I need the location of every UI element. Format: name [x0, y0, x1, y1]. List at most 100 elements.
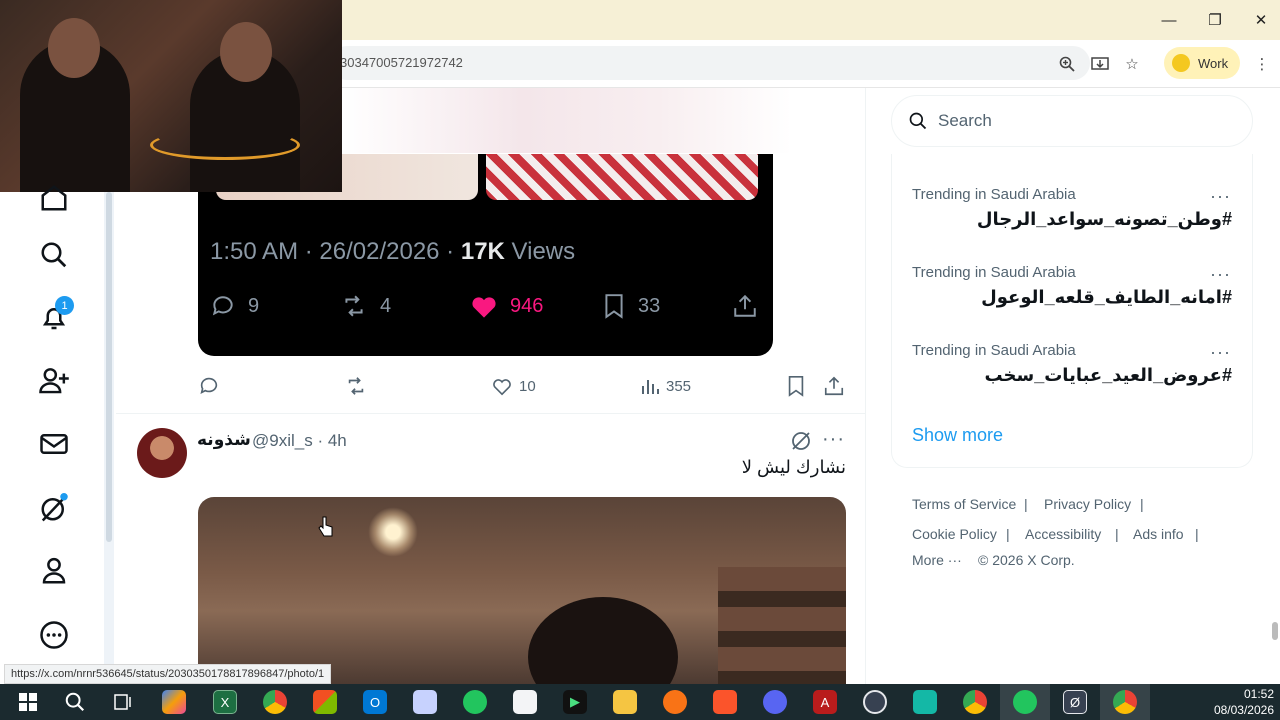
quoted-post-time: 1:50 AM [210, 238, 299, 265]
quoted-bookmark-count: 33 [638, 294, 661, 317]
task-view-icon[interactable] [112, 690, 136, 714]
accessibility-link[interactable]: Accessibility [1025, 526, 1101, 542]
system-clock[interactable]: 01:52 08/03/2026 [1200, 686, 1274, 718]
obs-icon[interactable] [863, 690, 887, 714]
app-dark-icon[interactable]: ▶ [563, 690, 587, 714]
trend-tag[interactable]: #عروض_العيد_عبايات_سخب [912, 365, 1232, 386]
copilot-icon[interactable] [162, 690, 186, 714]
grok-nav-icon[interactable] [36, 490, 72, 526]
post-text: نشارك ليش لا [741, 457, 846, 477]
paint-icon[interactable] [413, 690, 437, 714]
analytics-icon [642, 380, 659, 394]
grok-icon[interactable] [790, 430, 812, 457]
quoted-repost-button[interactable]: 4 [340, 290, 391, 322]
bookmark-button[interactable] [786, 374, 806, 398]
minimize-button[interactable]: — [1146, 0, 1192, 40]
start-icon[interactable] [16, 690, 40, 714]
share-button[interactable] [823, 374, 845, 398]
zoom-icon[interactable] [1055, 52, 1079, 76]
trend-more-icon[interactable]: ··· [1210, 342, 1231, 363]
reply-button[interactable] [198, 374, 220, 398]
footer-separator: | [1195, 526, 1199, 542]
clock-time: 01:52 [1243, 687, 1274, 701]
chrome-work-icon[interactable] [1113, 690, 1137, 714]
bookmark-icon [605, 294, 623, 319]
views-button[interactable]: 355 [640, 374, 691, 398]
page-scrollbar[interactable] [1270, 88, 1280, 684]
quoted-reply-button[interactable]: 9 [210, 290, 259, 322]
trend-more-icon[interactable]: ··· [1210, 186, 1231, 207]
terms-link[interactable]: Terms of Service [912, 496, 1016, 512]
profile-icon[interactable] [36, 553, 72, 589]
folder-icon[interactable] [613, 690, 637, 714]
hand-cursor-icon [318, 516, 334, 543]
post-photo[interactable] [198, 497, 846, 687]
search-box[interactable]: Search [891, 95, 1253, 147]
taskbar-search-icon[interactable] [63, 690, 87, 714]
quoted-photo-2[interactable] [486, 154, 758, 200]
trend-tag[interactable]: #امانه_الطايف_قلعه_الوعول [912, 287, 1232, 308]
search-placeholder[interactable]: Search [938, 111, 992, 131]
person-add-icon[interactable] [36, 363, 72, 399]
repost-button[interactable] [344, 374, 368, 398]
ads-info-link[interactable]: Ads info [1133, 526, 1184, 542]
search-icon[interactable] [36, 237, 72, 273]
trend-more-icon[interactable]: ··· [1210, 264, 1231, 285]
like-button[interactable]: 10 [491, 374, 536, 398]
address-text[interactable]: 3034700572197274​2 [340, 55, 463, 70]
quoted-share-button[interactable] [732, 290, 758, 322]
quoted-bookmark-button[interactable]: 33 [602, 290, 660, 322]
app-green-icon[interactable] [463, 690, 487, 714]
post-age[interactable]: · 4h [317, 431, 346, 450]
home-icon[interactable] [36, 180, 72, 216]
chrome-icon[interactable] [263, 690, 287, 714]
show-more-link[interactable]: Show more [912, 425, 1003, 446]
author-name[interactable]: شذونه [197, 430, 251, 450]
mail-icon[interactable] [36, 426, 72, 462]
close-button[interactable]: ✕ [1238, 0, 1280, 40]
search-icon [909, 112, 927, 130]
cookie-link[interactable]: Cookie Policy [912, 526, 997, 542]
more-icon[interactable] [36, 617, 72, 653]
trend-tag[interactable]: #وطن_تصونه_سواعد_الرجال [912, 209, 1232, 230]
excel-icon[interactable]: X [213, 690, 237, 714]
left-scrollbar[interactable] [104, 192, 114, 684]
store-icon[interactable] [313, 690, 337, 714]
author-handle-text[interactable]: @9xil_s [252, 431, 313, 450]
app-red-icon[interactable]: A [813, 690, 837, 714]
profile-button[interactable]: Work [1164, 47, 1240, 79]
file-icon[interactable] [513, 690, 537, 714]
privacy-link[interactable]: Privacy Policy [1044, 496, 1131, 512]
quoted-repost-count: 4 [380, 294, 392, 317]
heart-icon [493, 379, 511, 396]
left-scrollbar-thumb[interactable] [106, 192, 112, 542]
notification-badge: 1 [55, 296, 74, 315]
quoted-like-button[interactable]: 946 [470, 290, 543, 322]
install-app-icon[interactable] [1088, 52, 1112, 76]
heart-filled-icon [472, 297, 496, 318]
page-scrollbar-thumb[interactable] [1272, 622, 1278, 640]
trend-context[interactable]: Trending in Saudi Arabia [912, 342, 1076, 359]
bookmark-star-icon[interactable]: ☆ [1120, 52, 1144, 76]
author-handle[interactable]: @9xil_s · 4h [252, 431, 347, 451]
webcam-overlay [0, 0, 342, 192]
reply-icon [212, 296, 233, 316]
more-options-icon[interactable]: ··· [822, 428, 845, 451]
app-teal-icon[interactable] [913, 690, 937, 714]
app-grok-icon[interactable]: Ø [1063, 690, 1087, 714]
post-divider [116, 413, 866, 414]
outlook-icon[interactable]: O [363, 690, 387, 714]
more-link[interactable]: More ··· [912, 552, 962, 568]
app-orange-icon[interactable] [663, 690, 687, 714]
discord-icon[interactable] [763, 690, 787, 714]
chrome-profile-icon[interactable] [963, 690, 987, 714]
app-green-circle-icon[interactable] [1013, 690, 1037, 714]
profile-avatar [1172, 54, 1190, 72]
trend-context[interactable]: Trending in Saudi Arabia [912, 264, 1076, 281]
restore-button[interactable]: ❐ [1192, 0, 1238, 40]
browser-menu-icon[interactable]: ⋮ [1250, 52, 1274, 76]
author-avatar[interactable] [137, 428, 187, 478]
header-image-blur [342, 88, 792, 153]
brave-icon[interactable] [713, 690, 737, 714]
trend-context[interactable]: Trending in Saudi Arabia [912, 186, 1076, 203]
